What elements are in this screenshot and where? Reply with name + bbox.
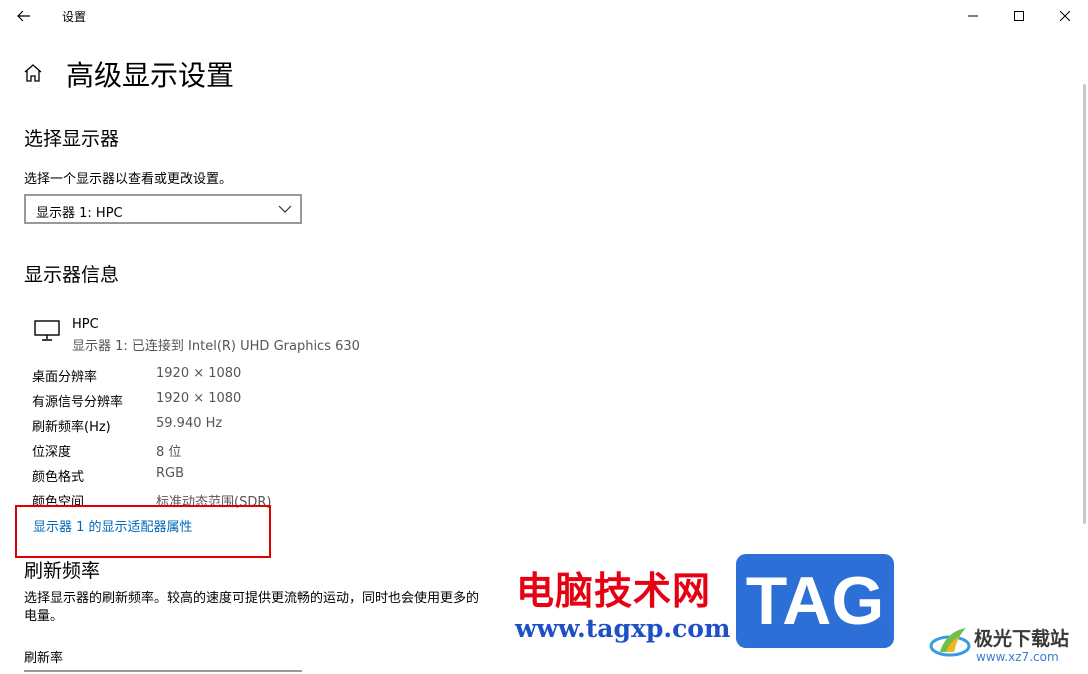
window-title: 设置	[62, 10, 87, 24]
minimize-button[interactable]	[950, 0, 996, 32]
home-icon[interactable]	[22, 62, 44, 84]
scrollbar[interactable]	[1083, 84, 1086, 524]
aurora-logo-icon	[929, 628, 971, 657]
refresh-rate-heading: 刷新频率	[24, 560, 101, 582]
info-label: 有源信号分辨率	[32, 395, 124, 410]
info-label: 位深度	[32, 445, 72, 460]
info-value: 1920 × 1080	[156, 366, 242, 381]
back-arrow-icon	[17, 10, 30, 22]
select-display-heading: 选择显示器	[24, 128, 120, 150]
info-value: 8 位	[156, 445, 182, 460]
select-display-description: 选择一个显示器以查看或更改设置。	[24, 172, 233, 187]
title-bar: 设置	[0, 0, 1088, 32]
monitor-subtitle: 显示器 1: 已连接到 Intel(R) UHD Graphics 630	[72, 339, 360, 354]
watermark-brand2-name: 极光下载站	[974, 628, 1070, 650]
watermark-site-name: 电脑技术网	[516, 569, 712, 613]
display-info-heading: 显示器信息	[24, 264, 120, 286]
monitor-icon	[34, 320, 60, 341]
back-button[interactable]	[8, 2, 40, 30]
refresh-rate-description: 选择显示器的刷新频率。较高的速度可提供更流畅的运动，同时也会使用更多的电量。	[24, 591, 480, 624]
info-value: 1920 × 1080	[156, 391, 242, 406]
info-label: 刷新频率(Hz)	[32, 420, 111, 435]
info-value: 59.940 Hz	[156, 416, 223, 431]
page-title: 高级显示设置	[66, 59, 235, 92]
info-label: 颜色格式	[32, 470, 85, 485]
display-select[interactable]: 显示器 1: HPC	[24, 194, 302, 224]
maximize-button[interactable]	[996, 0, 1042, 32]
display-select-value: 显示器 1: HPC	[36, 206, 123, 221]
maximize-icon	[1014, 11, 1024, 21]
watermark-site-url: www.tagxp.com	[515, 614, 731, 643]
highlight-annotation-box	[15, 505, 271, 558]
refresh-rate-label: 刷新率	[24, 651, 64, 666]
watermark-tag-logo: TAG	[736, 554, 894, 648]
watermark-brand2-url: www.xz7.com	[976, 650, 1059, 664]
minimize-icon	[968, 15, 978, 17]
chevron-down-icon	[278, 205, 292, 213]
info-label: 桌面分辨率	[32, 370, 98, 385]
close-icon	[1060, 11, 1070, 21]
monitor-name: HPC	[72, 317, 99, 332]
info-value: RGB	[156, 466, 185, 481]
close-button[interactable]	[1042, 0, 1088, 32]
refresh-rate-select[interactable]	[24, 670, 302, 674]
